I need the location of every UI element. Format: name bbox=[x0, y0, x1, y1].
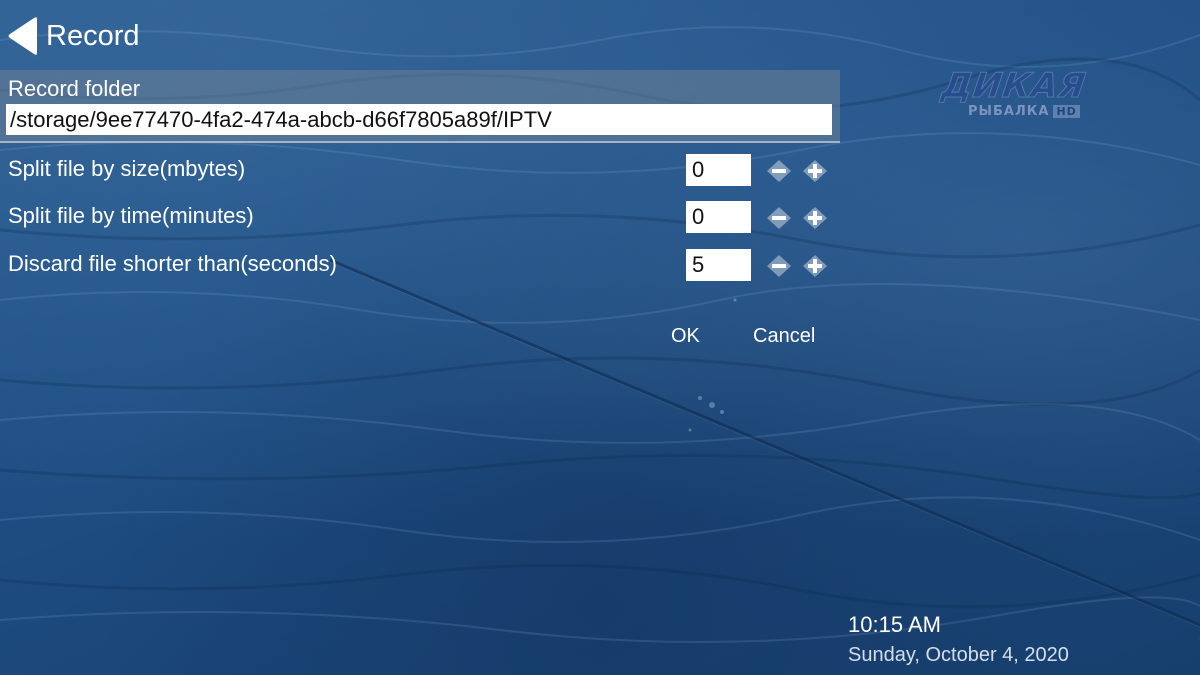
logo-main-text: ДИКАЯ bbox=[939, 66, 1090, 107]
record-settings-screen: Record ДИКАЯ РЫБАЛКАHD Record folder Spl… bbox=[0, 0, 1200, 675]
record-folder-label: Record folder bbox=[8, 76, 141, 101]
split-time-row: Split file by time(minutes) bbox=[0, 201, 840, 237]
logo-hd-badge: HD bbox=[1053, 105, 1080, 118]
discard-short-label: Discard file shorter than(seconds) bbox=[8, 251, 337, 276]
discard-short-row: Discard file shorter than(seconds) bbox=[0, 249, 840, 285]
ok-button[interactable]: OK bbox=[671, 325, 700, 348]
split-time-label: Split file by time(minutes) bbox=[8, 203, 254, 228]
split-size-input[interactable] bbox=[686, 154, 751, 186]
split-size-row: Split file by size(mbytes) bbox=[0, 154, 840, 190]
record-folder-setting[interactable]: Record folder bbox=[0, 70, 840, 143]
plus-icon[interactable] bbox=[802, 159, 828, 183]
page-title: Record bbox=[46, 20, 140, 52]
split-size-label: Split file by size(mbytes) bbox=[8, 156, 246, 181]
minus-icon[interactable] bbox=[766, 254, 792, 278]
plus-icon[interactable] bbox=[802, 206, 828, 230]
split-time-input[interactable] bbox=[686, 201, 751, 233]
record-folder-input[interactable] bbox=[6, 104, 832, 135]
clock-date: Sunday, October 4, 2020 bbox=[848, 644, 1069, 666]
logo-sub-text: РЫБАЛКА bbox=[968, 104, 1050, 119]
discard-short-input[interactable] bbox=[686, 249, 751, 281]
clock-time: 10:15 AM bbox=[848, 612, 941, 637]
minus-icon[interactable] bbox=[766, 159, 792, 183]
plus-icon[interactable] bbox=[802, 254, 828, 278]
cancel-button[interactable]: Cancel bbox=[753, 325, 815, 348]
minus-icon[interactable] bbox=[766, 206, 792, 230]
back-arrow-icon bbox=[8, 17, 37, 55]
channel-logo: ДИКАЯ РЫБАЛКА HD bbox=[939, 66, 1110, 126]
back-button[interactable]: Record bbox=[6, 16, 140, 56]
